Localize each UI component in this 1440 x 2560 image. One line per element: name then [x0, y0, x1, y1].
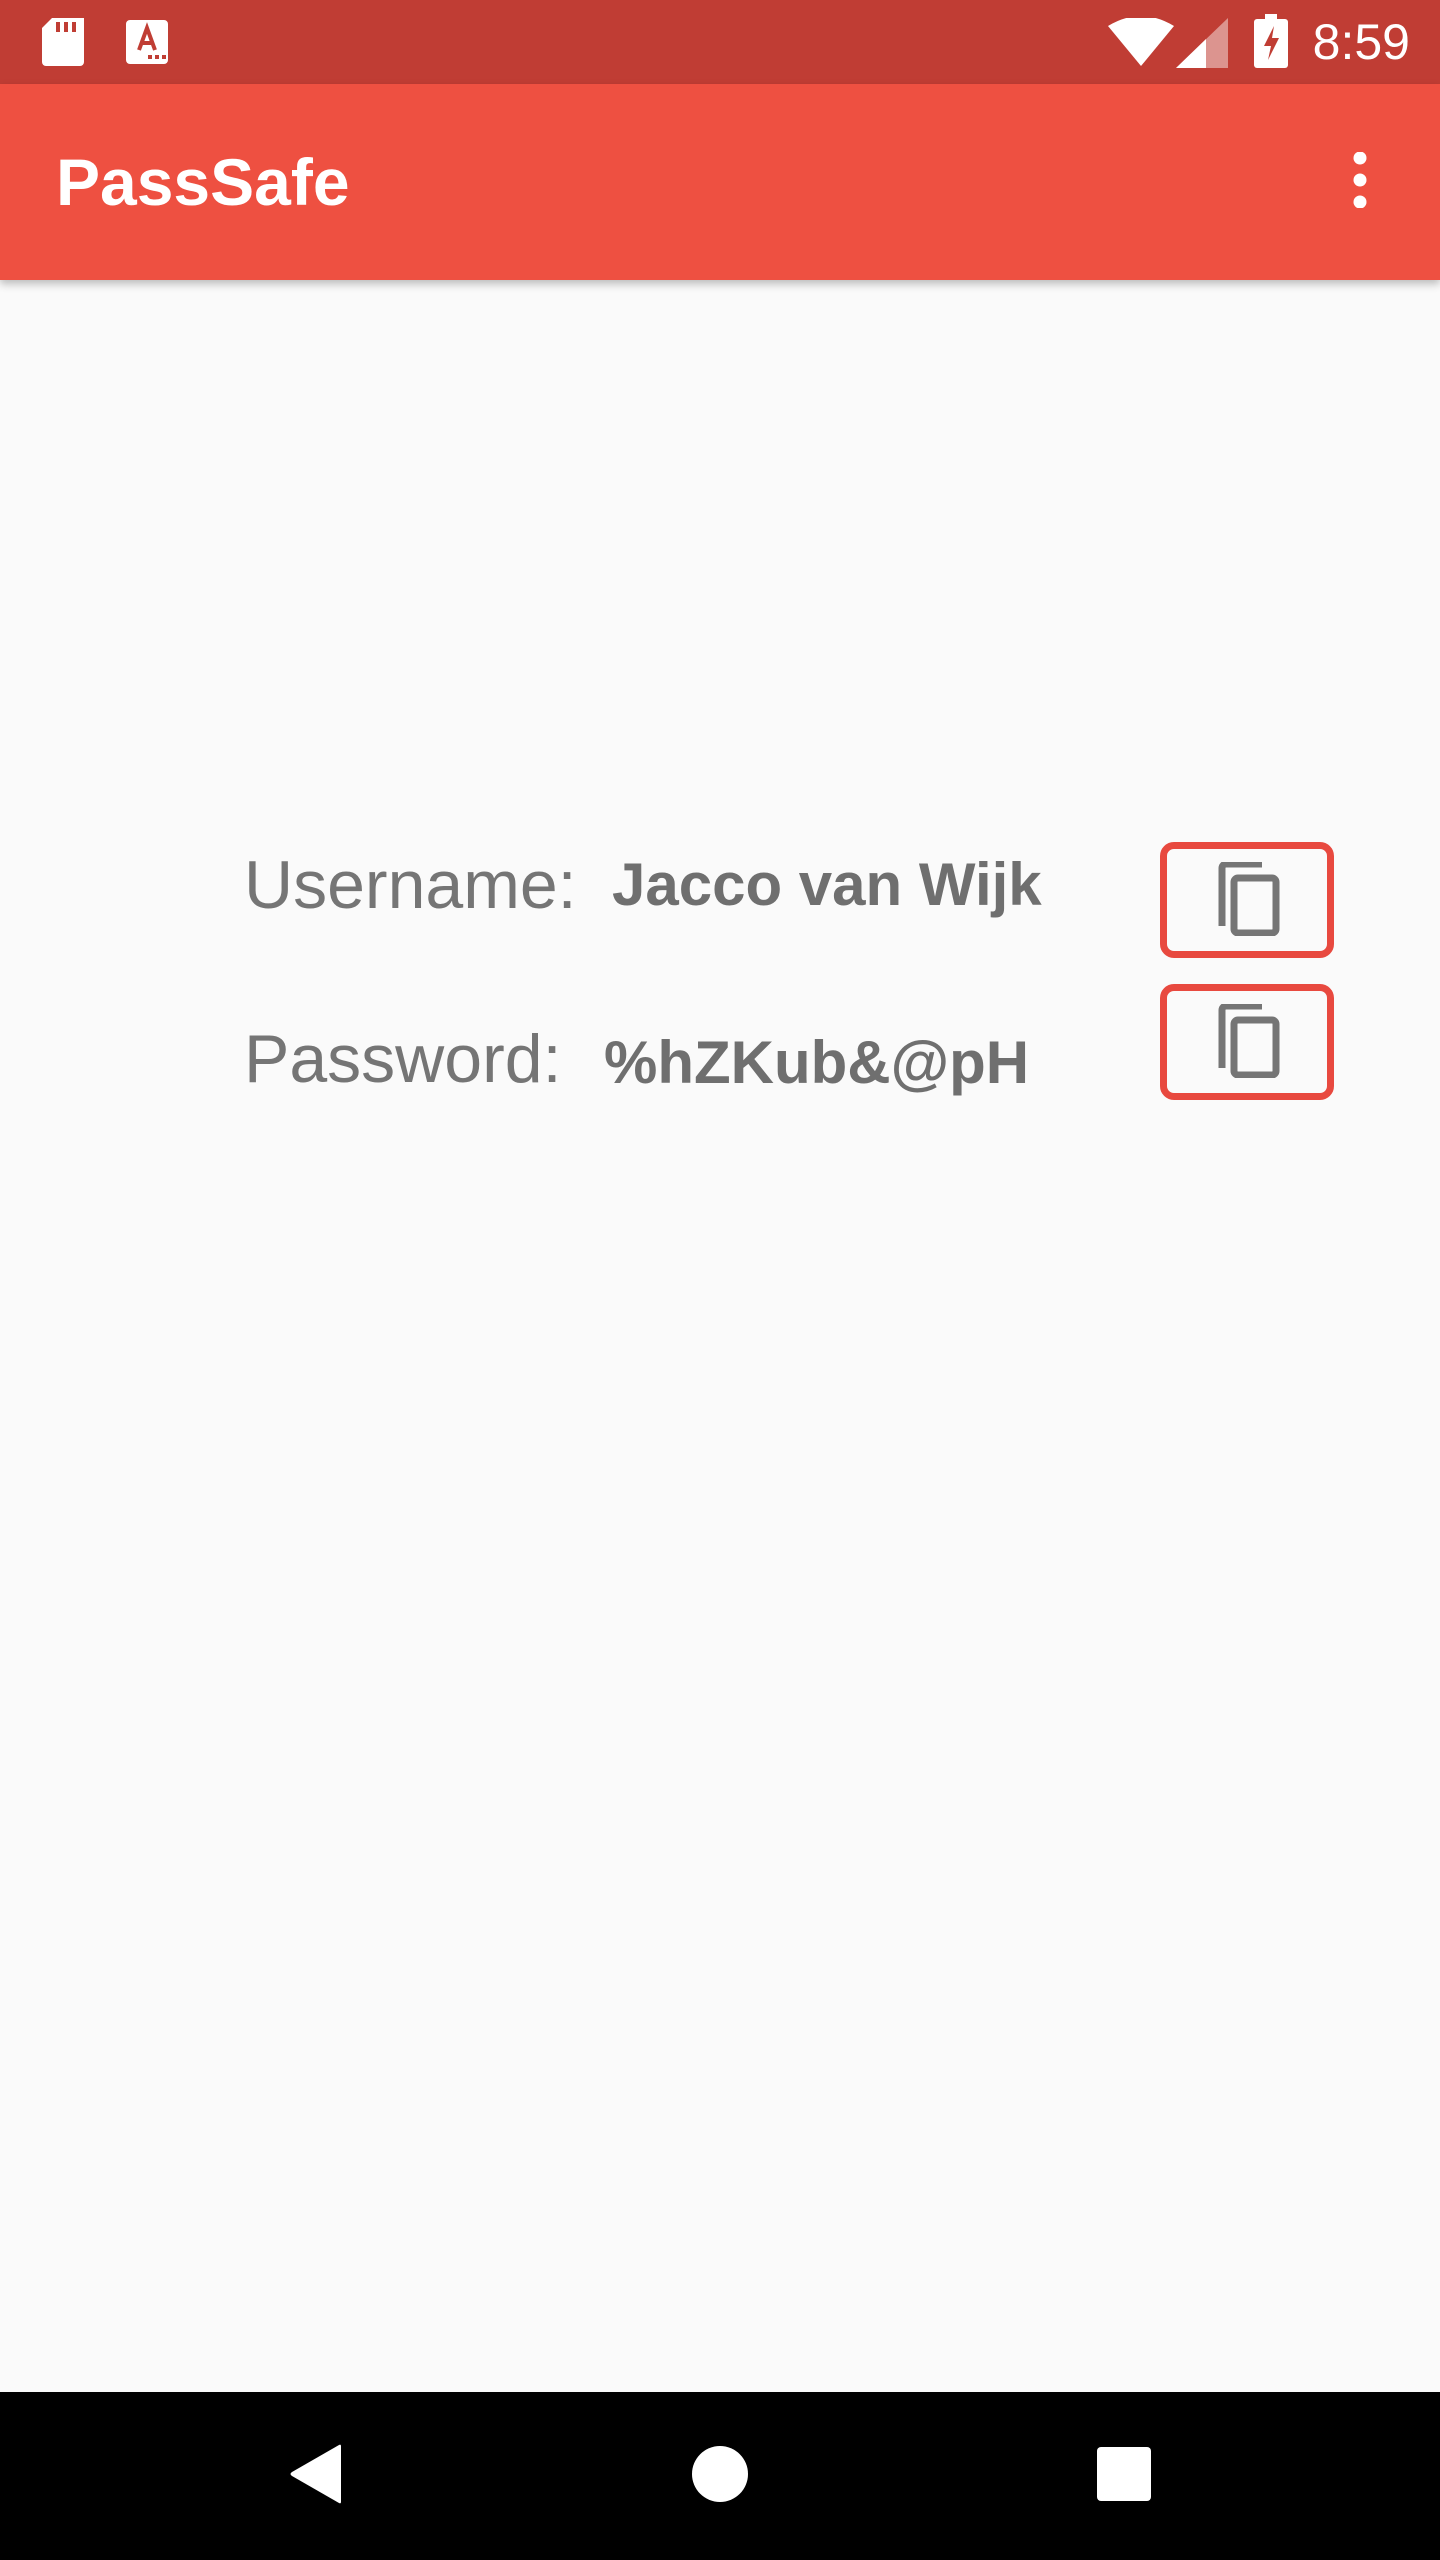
overflow-menu-button[interactable]: [1310, 132, 1410, 232]
more-vert-icon: [1352, 151, 1368, 213]
screen: 8:59 PassSafe Username: Jacco van Wijk P…: [0, 0, 1440, 2560]
sd-card-icon: [42, 18, 84, 71]
status-time: 8:59: [1312, 14, 1410, 70]
app-title: PassSafe: [56, 145, 350, 219]
copy-icon: [1212, 860, 1282, 939]
signal-icon: [1176, 18, 1228, 73]
username-label: Username:: [244, 847, 577, 923]
app-bar: PassSafe: [0, 84, 1440, 280]
status-bar: 8:59: [0, 0, 1440, 84]
password-label: Password:: [244, 1021, 562, 1097]
recents-icon: [1097, 2446, 1151, 2506]
copy-icon: [1212, 1002, 1282, 1081]
password-value: %hZKub&@pH: [604, 1029, 1030, 1096]
copy-username-button[interactable]: [1160, 842, 1334, 958]
home-icon: [691, 2445, 749, 2508]
back-button[interactable]: [266, 2426, 366, 2526]
username-value: Jacco van Wijk: [612, 851, 1042, 918]
wifi-icon: [1108, 16, 1174, 71]
back-icon: [289, 2444, 343, 2509]
keyboard-a-icon: [126, 20, 168, 69]
recents-button[interactable]: [1074, 2426, 1174, 2526]
battery-charging-icon: [1254, 14, 1288, 73]
copy-password-button[interactable]: [1160, 984, 1334, 1100]
home-button[interactable]: [670, 2426, 770, 2526]
navigation-bar: [0, 2392, 1440, 2560]
